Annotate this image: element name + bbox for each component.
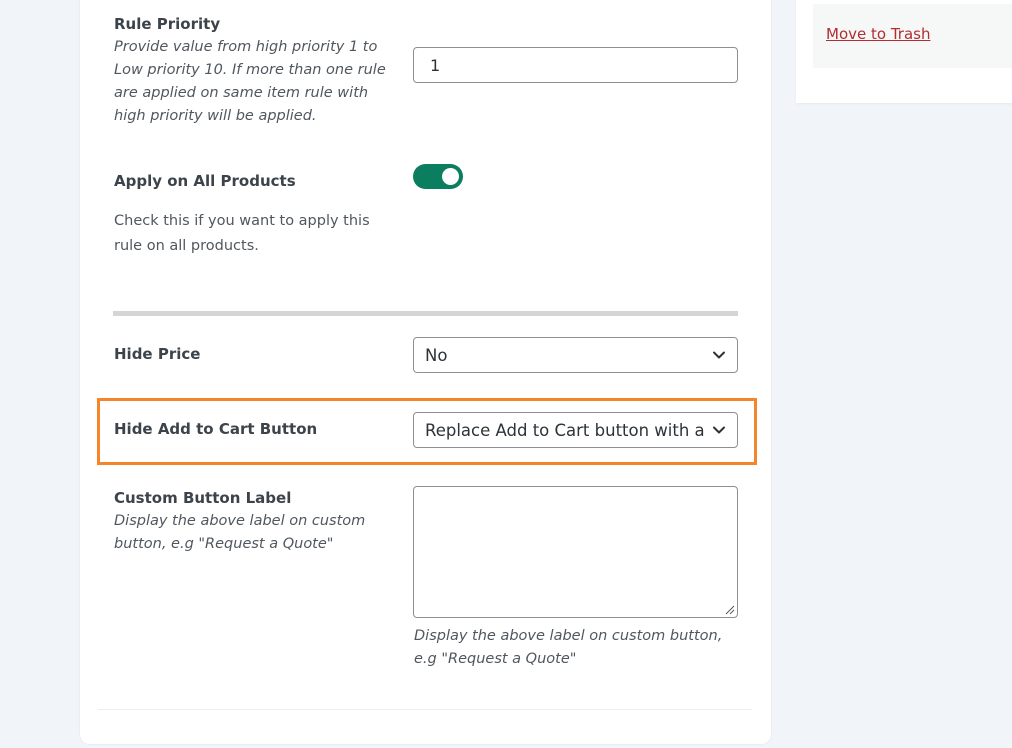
resize-grip-icon[interactable] [725,605,735,615]
hide-add-to-cart-label: Hide Add to Cart Button [114,420,318,438]
custom-button-label-help: Display the above label on custom button… [414,628,723,667]
hide-price-selected-value: No [425,346,448,365]
chevron-down-icon [713,426,725,434]
custom-button-label-label: Custom Button Label [114,489,292,507]
custom-button-label-description: Display the above label on custom button… [114,513,366,552]
hide-add-to-cart-select[interactable]: Replace Add to Cart button with a Quote … [413,412,738,448]
panel-divider [98,709,752,710]
toggle-knob [442,168,459,185]
rule-priority-label: Rule Priority [114,15,221,33]
rule-priority-input[interactable] [413,47,738,83]
apply-all-products-toggle[interactable] [413,164,463,189]
rule-priority-description: Provide value from high priority 1 to Lo… [114,39,386,124]
hide-add-to-cart-selected-value: Replace Add to Cart button with a Quote … [425,421,707,440]
page: Move to Trash Rule Priority Provide valu… [0,0,1012,748]
move-to-trash-link[interactable]: Move to Trash [826,25,930,43]
apply-all-products-description: Check this if you want to apply this rul… [114,213,370,254]
custom-button-label-textarea[interactable] [413,486,738,618]
hide-price-select[interactable]: No [413,337,738,373]
apply-all-products-label: Apply on All Products [114,172,296,190]
chevron-down-icon [713,351,725,359]
hide-price-label: Hide Price [114,345,201,363]
section-divider [113,311,738,316]
